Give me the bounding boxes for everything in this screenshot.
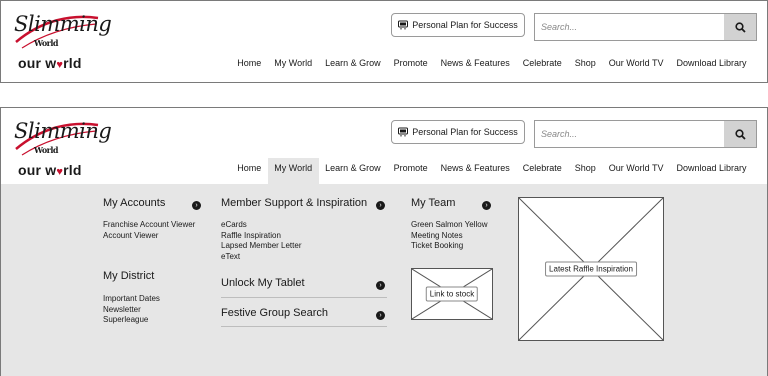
- nav-item-promote[interactable]: Promote: [387, 158, 434, 184]
- slimming-world-logo[interactable]: Slimming World our w♥rld: [12, 119, 112, 179]
- search-box: [534, 120, 757, 148]
- wordmark-part: our w: [18, 162, 57, 178]
- our-world-wordmark: our w♥rld: [18, 55, 82, 71]
- my-district-heading[interactable]: My District: [103, 270, 154, 282]
- latest-raffle-label: Latest Raffle Inspiration: [545, 261, 637, 277]
- nav-item-news-features[interactable]: News & Features: [434, 54, 516, 72]
- wordmark-part: our w: [18, 55, 57, 71]
- nav-item-news-features[interactable]: News & Features: [434, 158, 516, 184]
- link-ecards[interactable]: eCards: [221, 220, 302, 231]
- my-accounts-heading[interactable]: My Accounts: [103, 197, 165, 209]
- link-account-viewer[interactable]: Account Viewer: [103, 231, 195, 242]
- divider: [221, 326, 387, 327]
- link-superleague[interactable]: Superleague: [103, 315, 160, 326]
- search-input[interactable]: [535, 14, 723, 40]
- our-world-wordmark: our w♥rld: [18, 162, 82, 178]
- link-etext[interactable]: eText: [221, 252, 302, 263]
- divider: [221, 297, 387, 298]
- unlock-tablet-heading[interactable]: Unlock My Tablet: [221, 277, 305, 289]
- plan-button-label: Personal Plan for Success: [412, 127, 518, 137]
- nav-item-home[interactable]: Home: [231, 54, 268, 72]
- link-to-stock-image[interactable]: Link to stock: [411, 268, 493, 320]
- nav-item-our-world-tv[interactable]: Our World TV: [602, 158, 670, 184]
- link-green-salmon-yellow[interactable]: Green Salmon Yellow: [411, 220, 488, 231]
- my-team-links: Green Salmon Yellow Meeting Notes Ticket…: [411, 220, 488, 252]
- link-important-dates[interactable]: Important Dates: [103, 294, 160, 305]
- my-district-links: Important Dates Newsletter Superleague: [103, 294, 160, 326]
- link-to-stock-label: Link to stock: [425, 286, 479, 302]
- plan-icon: [398, 127, 409, 137]
- slimming-world-logo[interactable]: Slimming World our w♥rld: [12, 12, 112, 72]
- search-icon: [734, 21, 746, 33]
- nav-item-shop[interactable]: Shop: [568, 54, 602, 72]
- nav-item-learn-grow[interactable]: Learn & Grow: [319, 158, 388, 184]
- search-box: [534, 13, 757, 41]
- personal-plan-button[interactable]: Personal Plan for Success: [391, 120, 525, 144]
- wordmark-part: rld: [63, 55, 82, 71]
- main-nav: Home My World Learn & Grow Promote News …: [231, 158, 753, 184]
- search-button[interactable]: [724, 14, 756, 40]
- link-raffle-inspiration[interactable]: Raffle Inspiration: [221, 231, 302, 242]
- chevron-right-icon[interactable]: ›: [376, 201, 385, 210]
- latest-raffle-inspiration-image[interactable]: Latest Raffle Inspiration: [518, 197, 664, 341]
- link-ticket-booking[interactable]: Ticket Booking: [411, 241, 488, 252]
- search-button[interactable]: [724, 121, 756, 147]
- personal-plan-button[interactable]: Personal Plan for Success: [391, 13, 525, 37]
- mega-menu: My Accounts › Franchise Account Viewer A…: [1, 184, 767, 376]
- chevron-right-icon[interactable]: ›: [376, 281, 385, 290]
- my-accounts-links: Franchise Account Viewer Account Viewer: [103, 220, 195, 241]
- nav-item-promote[interactable]: Promote: [387, 54, 434, 72]
- plan-icon: [398, 20, 409, 30]
- festive-group-search-heading[interactable]: Festive Group Search: [221, 307, 328, 319]
- member-support-heading[interactable]: Member Support & Inspiration: [221, 197, 367, 209]
- link-franchise-account-viewer[interactable]: Franchise Account Viewer: [103, 220, 195, 231]
- search-icon: [734, 128, 746, 140]
- main-nav: Home My World Learn & Grow Promote News …: [231, 54, 753, 72]
- header-collapsed: Slimming World our w♥rld Personal Plan f…: [0, 0, 768, 83]
- chevron-right-icon[interactable]: ›: [376, 311, 385, 320]
- logo-world-text: World: [34, 38, 59, 48]
- header-expanded: Slimming World our w♥rld Personal Plan f…: [0, 107, 768, 376]
- nav-item-download-library[interactable]: Download Library: [670, 54, 753, 72]
- logo-script-text: Slimming: [14, 119, 112, 143]
- nav-item-home[interactable]: Home: [231, 158, 268, 184]
- nav-item-our-world-tv[interactable]: Our World TV: [602, 54, 670, 72]
- nav-item-download-library[interactable]: Download Library: [670, 158, 753, 184]
- link-lapsed-member-letter[interactable]: Lapsed Member Letter: [221, 241, 302, 252]
- nav-item-my-world[interactable]: My World: [268, 54, 319, 72]
- logo-script-text: Slimming: [14, 12, 112, 36]
- nav-item-celebrate[interactable]: Celebrate: [516, 158, 568, 184]
- nav-item-celebrate[interactable]: Celebrate: [516, 54, 568, 72]
- chevron-right-icon[interactable]: ›: [482, 201, 491, 210]
- member-support-links: eCards Raffle Inspiration Lapsed Member …: [221, 220, 302, 262]
- nav-item-learn-grow[interactable]: Learn & Grow: [319, 54, 388, 72]
- chevron-right-icon[interactable]: ›: [192, 201, 201, 210]
- link-newsletter[interactable]: Newsletter: [103, 305, 160, 316]
- nav-item-shop[interactable]: Shop: [568, 158, 602, 184]
- nav-item-my-world[interactable]: My World: [267, 158, 319, 184]
- logo-world-text: World: [34, 145, 59, 155]
- plan-button-label: Personal Plan for Success: [412, 20, 518, 30]
- link-meeting-notes[interactable]: Meeting Notes: [411, 231, 488, 242]
- search-input[interactable]: [535, 121, 723, 147]
- my-team-heading[interactable]: My Team: [411, 197, 455, 209]
- wordmark-part: rld: [63, 162, 82, 178]
